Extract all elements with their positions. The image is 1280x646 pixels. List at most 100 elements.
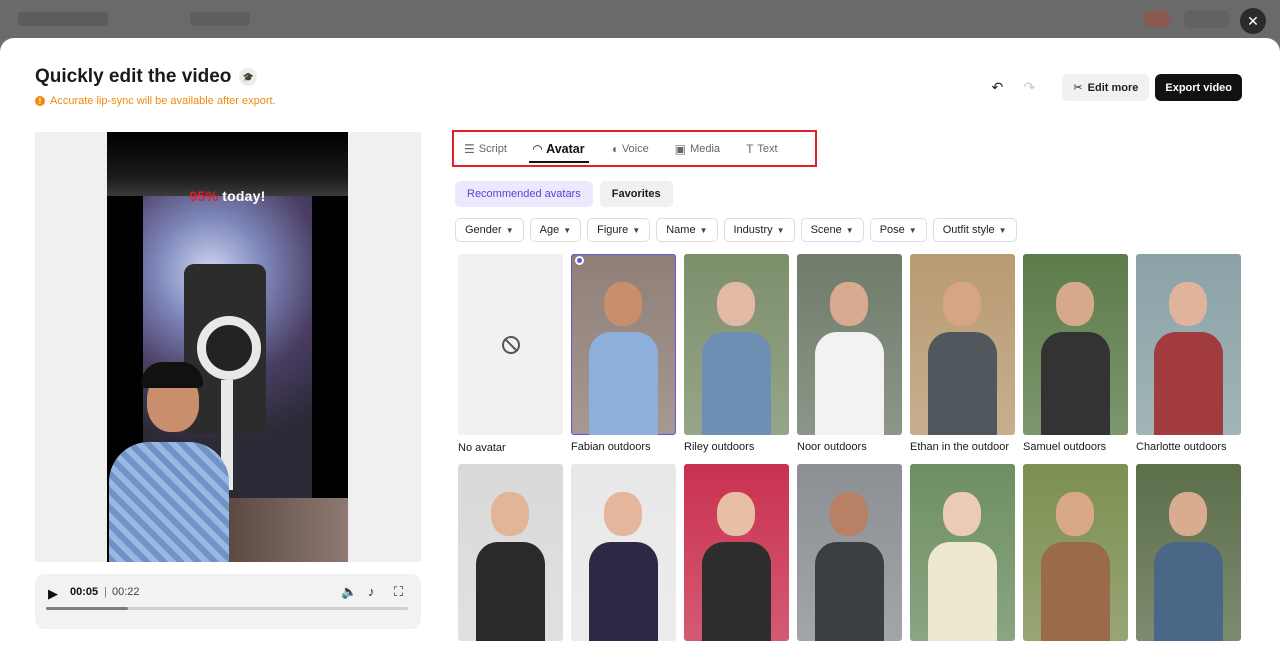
avatar-card[interactable]: Samuel outdoors (1023, 254, 1128, 456)
play-button[interactable]: ▶ (48, 586, 58, 602)
chevron-down-icon: ▼ (505, 225, 514, 235)
filter-gender[interactable]: Gender ▼ (455, 218, 524, 242)
tab-label: Avatar (546, 141, 585, 156)
avatar-name: Ethan in the outdoor (910, 441, 1010, 453)
filter-figure[interactable]: Figure ▼ (587, 218, 651, 242)
fullscreen-button[interactable]: ⛶ (394, 584, 403, 600)
export-video-button[interactable]: Export video (1155, 74, 1242, 101)
avatar-card[interactable]: Noor outdoors (797, 254, 902, 456)
avatar-card[interactable]: No avatar (458, 254, 563, 456)
avatar-thumbnail (1023, 254, 1128, 435)
avatar-name: Samuel outdoors (1023, 441, 1107, 453)
scissors-icon: ✂ (1073, 82, 1083, 94)
caption-percent: 95% (189, 188, 219, 204)
edit-more-button[interactable]: ✂ Edit more (1062, 74, 1150, 101)
avatar-name: Noor outdoors (797, 441, 867, 453)
chevron-down-icon: ▼ (998, 225, 1007, 235)
progress-fill (46, 607, 129, 610)
avatar-thumbnail (797, 464, 902, 641)
tiktok-icon: ♪ (368, 584, 375, 599)
avatar-thumbnail (1023, 464, 1128, 641)
presenter-cap (141, 362, 203, 388)
progress-track[interactable] (46, 607, 408, 610)
avatar-card[interactable]: Riley outdoors (684, 254, 789, 456)
avatar-card[interactable]: Ethan in the outdoor (910, 254, 1015, 456)
filter-scene[interactable]: Scene ▼ (800, 218, 864, 242)
filter-name[interactable]: Name ▼ (656, 218, 718, 242)
tab-media[interactable]: ▣ Media (671, 132, 724, 165)
presenter-body (109, 442, 229, 562)
video-frame[interactable]: 95% today! (107, 132, 348, 562)
notice-text: Accurate lip-sync will be available afte… (50, 95, 276, 107)
avatar-torso (1041, 542, 1110, 641)
background-button (1184, 10, 1230, 28)
avatar-card[interactable] (910, 464, 1015, 641)
avatar-card[interactable] (571, 464, 676, 641)
prohibited-icon (501, 335, 520, 354)
ring-light-shape (197, 316, 261, 380)
avatar-face (1056, 282, 1094, 326)
filter-pose[interactable]: Pose ▼ (869, 218, 927, 242)
avatar-card[interactable] (684, 464, 789, 641)
avatar-torso (815, 332, 884, 435)
total-time: 00:22 (112, 586, 140, 598)
undo-button[interactable]: ↶ (984, 75, 1010, 101)
volume-icon: 🔈 (341, 584, 358, 599)
redo-icon: ↷ (1023, 79, 1036, 95)
tab-avatar[interactable]: ◠ Avatar (528, 132, 589, 165)
filter-label: Outfit style (942, 224, 995, 236)
avatar-card[interactable] (1136, 464, 1241, 641)
avatar-icon: ◠ (532, 141, 543, 156)
background-menu (190, 12, 250, 26)
avatar-name: No avatar (458, 442, 506, 454)
avatar-card[interactable]: Charlotte outdoors (1136, 254, 1241, 456)
tiktok-button[interactable]: ♪ (368, 584, 375, 599)
media-icon: ▣ (674, 141, 687, 156)
tab-script[interactable]: ☰ Script (460, 132, 511, 165)
close-icon: ✕ (1247, 12, 1259, 29)
avatar-card[interactable] (1023, 464, 1128, 641)
volume-button[interactable]: 🔈 (341, 584, 357, 600)
avatar-face (943, 492, 981, 536)
redo-button[interactable]: ↷ (1016, 75, 1042, 101)
undo-icon: ↶ (991, 79, 1004, 95)
filter-label: Gender (465, 224, 502, 236)
page-title: Quickly edit the video (35, 66, 232, 87)
fullscreen-icon: ⛶ (394, 584, 404, 599)
filter-outfit-style[interactable]: Outfit style ▼ (932, 218, 1017, 242)
tab-voice[interactable]: ◖ Voice (607, 132, 653, 165)
filter-label: Pose (879, 224, 905, 236)
title-row: Quickly edit the video 🎓 (35, 66, 258, 88)
graduation-cap-icon[interactable]: 🎓 (239, 68, 258, 86)
subtab-recommended-avatars[interactable]: Recommended avatars (455, 181, 593, 207)
avatar-card[interactable] (458, 464, 563, 641)
avatar-face (1169, 492, 1207, 536)
caption-text: today! (218, 188, 266, 204)
video-caption: 95% today! (107, 188, 348, 204)
avatar-torso (1154, 332, 1223, 435)
avatar-face (604, 492, 642, 536)
avatar-torso (589, 542, 658, 641)
avatar-face (604, 282, 642, 326)
background-logo (18, 12, 108, 26)
avatar-thumbnail (571, 254, 676, 435)
avatar-card[interactable]: Fabian outdoors (571, 254, 676, 456)
filter-age[interactable]: Age ▼ (529, 218, 582, 242)
avatar-thumbnail (684, 464, 789, 641)
avatar-thumbnail (797, 254, 902, 435)
current-time: 00:05 (70, 586, 99, 598)
script-icon: ☰ (464, 141, 475, 156)
tab-text[interactable]: T Text (742, 132, 782, 165)
edit-more-label: Edit more (1087, 81, 1139, 94)
avatar-name: Riley outdoors (684, 441, 755, 453)
filter-industry[interactable]: Industry ▼ (723, 218, 795, 242)
filter-label: Industry (733, 224, 773, 236)
chevron-down-icon: ▼ (563, 225, 572, 235)
close-modal-button[interactable]: ✕ (1240, 8, 1266, 34)
avatar-torso (928, 542, 997, 641)
subtab-favorites[interactable]: Favorites (599, 181, 673, 207)
avatar-card[interactable] (797, 464, 902, 641)
text-icon: T (746, 141, 754, 156)
no-avatar-thumbnail (458, 254, 563, 435)
avatar-torso (1154, 542, 1223, 641)
